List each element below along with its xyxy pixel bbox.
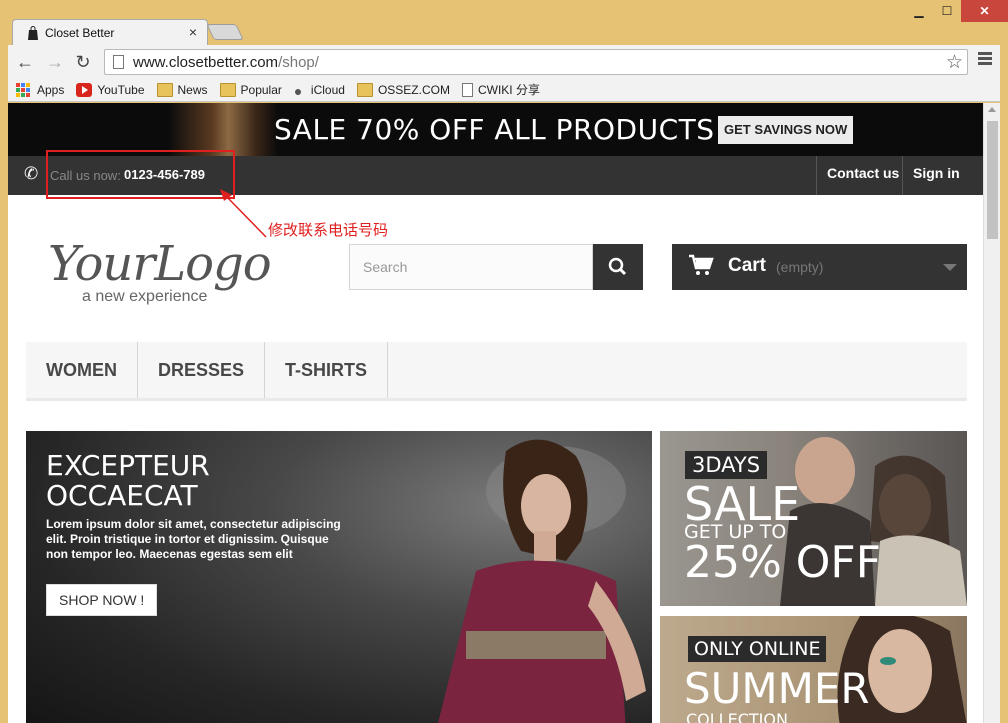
- bookmarks-bar: Apps YouTube News Popular ● iCloud OSSEZ.…: [8, 78, 1000, 102]
- side-banner-summer[interactable]: ONLY ONLINE SUMMER COLLECTION: [660, 616, 967, 723]
- apple-icon: ●: [293, 82, 303, 99]
- folder-icon: [356, 82, 373, 97]
- tab-close-icon[interactable]: ×: [189, 24, 197, 40]
- main-menu: WOMEN DRESSES T-SHIRTS: [26, 342, 967, 401]
- tab-title: Closet Better: [45, 26, 115, 40]
- minimize-icon[interactable]: ▁: [905, 0, 933, 22]
- logo-tagline: a new experience: [82, 288, 208, 305]
- cart-status: (empty): [776, 259, 824, 275]
- bookmark-star-icon[interactable]: ☆: [946, 51, 963, 74]
- folder-icon: [219, 82, 236, 97]
- window-close-icon[interactable]: ✕: [961, 0, 1008, 22]
- search-button[interactable]: [593, 244, 643, 290]
- hamburger-menu-icon[interactable]: [978, 52, 992, 67]
- search-icon: [608, 257, 627, 276]
- apps-grid-icon: [16, 82, 32, 97]
- address-bar[interactable]: www.closetbetter.com/shop/ ☆: [104, 49, 968, 75]
- bookmark-apps[interactable]: Apps: [16, 82, 64, 97]
- page-viewport: SALE 70% OFF ALL PRODUCTS GET SAVINGS NO…: [8, 103, 983, 723]
- logo-wordmark: YourLogo: [48, 236, 272, 292]
- tab-strip: Closet Better × ▁ ☐ ✕: [0, 0, 1008, 46]
- menu-item-tshirts[interactable]: T-SHIRTS: [265, 342, 389, 398]
- bookmark-news[interactable]: News: [156, 82, 208, 97]
- new-tab-button[interactable]: [206, 24, 244, 40]
- annotation-text: 修改联系电话号码: [268, 222, 389, 239]
- bookmark-cwiki[interactable]: CWIKI 分享: [461, 81, 540, 98]
- banner-days-tag: 3DAYS: [685, 451, 768, 479]
- cart-button[interactable]: Cart (empty): [672, 244, 967, 290]
- cart-icon: [689, 254, 714, 275]
- browser-toolbar: ← → ↻ www.closetbetter.com/shop/ ☆: [8, 45, 1000, 78]
- back-arrow-icon[interactable]: ←: [14, 51, 36, 73]
- window-controls: ▁ ☐ ✕: [905, 0, 1008, 22]
- maximize-icon[interactable]: ☐: [933, 0, 961, 22]
- folder-icon: [156, 82, 173, 97]
- search-input[interactable]: Search: [349, 244, 593, 290]
- tab-closet-better[interactable]: Closet Better ×: [12, 19, 208, 46]
- hero-body: Lorem ipsum dolor sit amet, consectetur …: [46, 517, 341, 561]
- banner-online-tag: ONLY ONLINE: [688, 636, 827, 662]
- bookmark-popular[interactable]: Popular: [219, 82, 282, 97]
- banner-summer-text: SUMMER: [684, 664, 870, 713]
- bookmark-icloud[interactable]: ● iCloud: [293, 82, 345, 99]
- banner-collection-text: COLLECTION: [686, 710, 788, 723]
- page-icon: [113, 55, 124, 69]
- hero-slide[interactable]: EXCEPTEUR OCCAECAT Lorem ipsum dolor sit …: [26, 431, 652, 723]
- menu-item-dresses[interactable]: DRESSES: [138, 342, 266, 398]
- search-block: Search: [349, 244, 643, 290]
- shopping-bag-icon: [28, 26, 38, 40]
- cart-label: Cart: [728, 255, 767, 276]
- bookmark-ossez[interactable]: OSSEZ.COM: [356, 82, 450, 97]
- menu-item-women[interactable]: WOMEN: [26, 342, 138, 398]
- url-text: www.closetbetter.com/shop/: [133, 54, 319, 71]
- shop-now-button[interactable]: SHOP NOW !: [46, 584, 158, 616]
- youtube-icon: [76, 82, 93, 97]
- reload-icon[interactable]: ↻: [72, 51, 94, 73]
- vertical-scrollbar[interactable]: [983, 103, 1000, 723]
- banner-pct-text: 25% OFF: [684, 537, 882, 588]
- scroll-up-arrow-icon[interactable]: [988, 107, 996, 112]
- chevron-down-icon: [943, 264, 957, 271]
- side-banner-sale[interactable]: 3DAYS SALE GET UP TO 25% OFF: [660, 431, 967, 606]
- bookmark-youtube[interactable]: YouTube: [76, 82, 145, 97]
- hero-model-image: [438, 439, 646, 723]
- scroll-thumb[interactable]: [987, 121, 998, 239]
- forward-arrow-icon[interactable]: →: [44, 51, 66, 73]
- page-icon: [461, 82, 473, 97]
- browser-window: Closet Better × ▁ ☐ ✕ ← → ↻ www.closetbe…: [0, 0, 1008, 723]
- site-logo[interactable]: YourLogo a new experience: [48, 236, 272, 305]
- hero-title: EXCEPTEUR OCCAECAT: [46, 449, 210, 512]
